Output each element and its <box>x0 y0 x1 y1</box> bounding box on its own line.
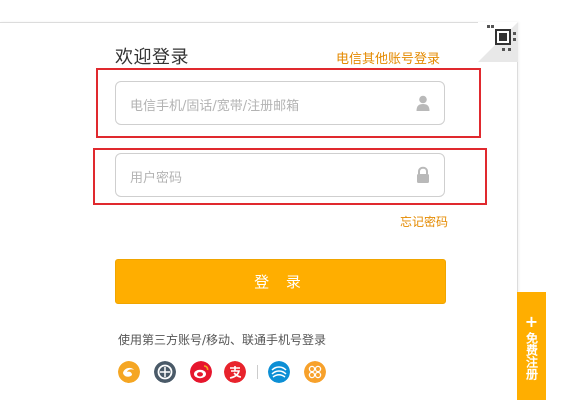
page-title: 欢迎登录 <box>115 47 189 68</box>
third-party-login-label: 使用第三方账号/移动、联通手机号登录 <box>118 333 327 347</box>
alipay-icon[interactable] <box>224 361 246 383</box>
username-placeholder: 电信手机/固话/宽带/注册邮箱 <box>130 99 300 114</box>
password-field[interactable]: 用户密码 <box>115 153 445 197</box>
tianyi-icon[interactable] <box>118 361 140 383</box>
other-account-login-link[interactable]: 电信其他账号登录 <box>336 48 440 67</box>
user-icon <box>416 95 430 111</box>
china-mobile-icon[interactable] <box>268 361 290 383</box>
username-field[interactable]: 电信手机/固话/宽带/注册邮箱 <box>115 81 445 125</box>
register-label: 免费注册 <box>524 332 539 380</box>
china-unicom-icon[interactable] <box>304 361 326 383</box>
qr-login-corner[interactable] <box>478 22 518 62</box>
lock-icon <box>417 166 429 183</box>
login-button[interactable]: 登 录 <box>115 259 446 304</box>
register-label-wrap: 免费注册 <box>517 332 546 380</box>
free-register-tab[interactable]: + 免费注册 <box>517 292 546 400</box>
password-placeholder: 用户密码 <box>130 171 183 186</box>
login-page: 欢迎登录 电信其他账号登录 电信手机/固话/宽带/注册邮箱 用户密码 忘记密码 … <box>0 0 580 400</box>
forgot-password-link[interactable]: 忘记密码 <box>400 213 448 230</box>
qr-code-icon[interactable] <box>478 22 518 62</box>
weibo-icon[interactable] <box>190 361 212 383</box>
yuxin-icon[interactable] <box>154 361 176 383</box>
icon-separator <box>257 365 258 379</box>
plus-icon: + <box>524 312 539 331</box>
